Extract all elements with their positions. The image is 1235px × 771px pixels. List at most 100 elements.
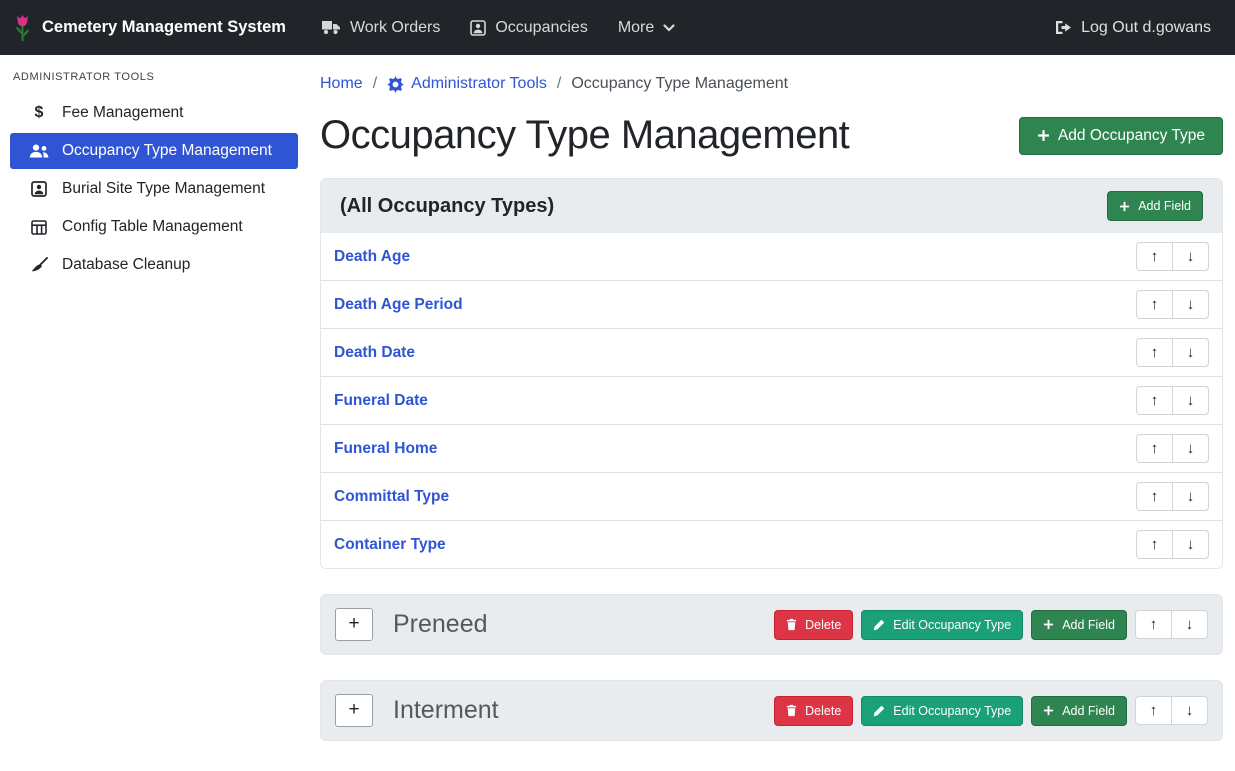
breadcrumb: Home / Administrator Tools / Occupancy T… (320, 71, 1223, 93)
expand-button[interactable]: + (335, 694, 373, 727)
sidebar-item-fee-management[interactable]: $ Fee Management (10, 95, 298, 131)
nav-item-occupancies[interactable]: Occupancies (455, 11, 603, 45)
top-navbar: Cemetery Management System Work Orders (0, 0, 1235, 55)
move-down-button[interactable]: ↓ (1172, 482, 1209, 511)
reorder-button-group: ↑ ↓ (1136, 434, 1209, 463)
sidebar-item-config-table-management[interactable]: Config Table Management (10, 209, 298, 245)
sidebar-item-database-cleanup[interactable]: Database Cleanup (10, 247, 298, 283)
move-down-button[interactable]: ↓ (1171, 610, 1208, 639)
reorder-button-group: ↑ ↓ (1136, 482, 1209, 511)
edit-occupancy-type-button[interactable]: Edit Occupancy Type (861, 610, 1023, 640)
move-up-button[interactable]: ↑ (1136, 386, 1173, 415)
move-up-button[interactable]: ↑ (1136, 482, 1173, 511)
nav-item-more[interactable]: More (603, 11, 690, 45)
nav-item-label: Occupancies (495, 19, 588, 37)
field-row: Committal Type ↑ ↓ (321, 472, 1222, 520)
dollar-icon: $ (29, 104, 49, 122)
app-brand[interactable]: Cemetery Management System (12, 13, 286, 43)
plus-icon (1037, 129, 1050, 142)
add-field-label: Add Field (1062, 618, 1115, 632)
add-field-button[interactable]: Add Field (1107, 191, 1203, 221)
field-link[interactable]: Container Type (334, 536, 446, 554)
field-link[interactable]: Death Date (334, 344, 415, 362)
field-link[interactable]: Committal Type (334, 488, 449, 506)
nav-item-work-orders[interactable]: Work Orders (306, 11, 455, 45)
delete-label: Delete (805, 618, 841, 632)
move-down-button[interactable]: ↓ (1172, 338, 1209, 367)
move-up-button[interactable]: ↑ (1136, 434, 1173, 463)
field-link[interactable]: Death Age (334, 248, 410, 266)
move-up-button[interactable]: ↑ (1135, 696, 1172, 725)
sidebar-item-label: Burial Site Type Management (62, 180, 265, 198)
add-field-button[interactable]: Add Field (1031, 610, 1127, 640)
chevron-down-icon (663, 24, 675, 32)
move-down-button[interactable]: ↓ (1172, 242, 1209, 271)
move-down-button[interactable]: ↓ (1172, 386, 1209, 415)
pencil-icon (873, 705, 885, 717)
sidebar-item-label: Config Table Management (62, 218, 243, 236)
move-up-button[interactable]: ↑ (1136, 338, 1173, 367)
field-row: Funeral Home ↑ ↓ (321, 424, 1222, 472)
card-title: (All Occupancy Types) (340, 195, 554, 218)
field-link[interactable]: Funeral Home (334, 440, 437, 458)
all-occupancy-types-card: (All Occupancy Types) Add Field Death Ag… (320, 178, 1223, 569)
move-up-button[interactable]: ↑ (1136, 290, 1173, 319)
move-up-button[interactable]: ↑ (1135, 610, 1172, 639)
add-field-label: Add Field (1138, 199, 1191, 213)
delete-button[interactable]: Delete (774, 610, 853, 640)
edit-occupancy-type-label: Edit Occupancy Type (893, 618, 1011, 632)
trash-icon (786, 618, 797, 631)
add-occupancy-type-button[interactable]: Add Occupancy Type (1019, 117, 1223, 155)
reorder-button-group: ↑ ↓ (1136, 242, 1209, 271)
field-row: Death Age Period ↑ ↓ (321, 280, 1222, 328)
delete-label: Delete (805, 704, 841, 718)
move-down-button[interactable]: ↓ (1172, 290, 1209, 319)
plus-icon (1119, 201, 1130, 212)
sidebar-item-label: Database Cleanup (62, 256, 190, 274)
section-preneed: + Preneed Delete Edit Occup (320, 594, 1223, 655)
breadcrumb-current-page: Occupancy Type Management (571, 75, 788, 93)
move-up-button[interactable]: ↑ (1136, 242, 1173, 271)
move-down-button[interactable]: ↓ (1171, 696, 1208, 725)
add-field-label: Add Field (1062, 704, 1115, 718)
reorder-button-group: ↑ ↓ (1136, 386, 1209, 415)
delete-button[interactable]: Delete (774, 696, 853, 726)
nav-item-label: More (618, 19, 654, 37)
page-title: Occupancy Type Management (320, 113, 849, 158)
field-link[interactable]: Funeral Date (334, 392, 428, 410)
broom-icon (29, 257, 49, 273)
sidebar-item-burial-site-type-management[interactable]: Burial Site Type Management (10, 171, 298, 207)
sidebar-heading: Administrator Tools (0, 63, 308, 93)
section-title: Interment (393, 696, 499, 725)
reorder-button-group: ↑ ↓ (1135, 610, 1208, 639)
field-row: Death Age ↑ ↓ (321, 233, 1222, 280)
gear-icon (387, 76, 404, 93)
reorder-button-group: ↑ ↓ (1136, 530, 1209, 559)
breadcrumb-separator: / (557, 75, 561, 93)
edit-occupancy-type-button[interactable]: Edit Occupancy Type (861, 696, 1023, 726)
field-link[interactable]: Death Age Period (334, 296, 463, 314)
plus-icon (1043, 705, 1054, 716)
breadcrumb-separator: / (373, 75, 377, 93)
tulip-logo-icon (12, 13, 33, 43)
breadcrumb-home[interactable]: Home (320, 75, 363, 93)
sidebar-item-occupancy-type-management[interactable]: Occupancy Type Management (10, 133, 298, 169)
portrait-icon (29, 181, 49, 197)
sidebar: Administrator Tools $ Fee Management Occ… (0, 55, 308, 771)
move-down-button[interactable]: ↓ (1172, 434, 1209, 463)
expand-button[interactable]: + (335, 608, 373, 641)
occupant-portrait-icon (470, 20, 486, 36)
all-occupancy-types-header: (All Occupancy Types) Add Field (321, 179, 1222, 233)
move-up-button[interactable]: ↑ (1136, 530, 1173, 559)
reorder-button-group: ↑ ↓ (1136, 338, 1209, 367)
users-icon (29, 144, 49, 158)
breadcrumb-administrator-tools[interactable]: Administrator Tools (387, 75, 547, 93)
field-row: Container Type ↑ ↓ (321, 520, 1222, 568)
add-field-button[interactable]: Add Field (1031, 696, 1127, 726)
logout-button[interactable]: Log Out d.gowans (1055, 19, 1211, 37)
section-title: Preneed (393, 610, 488, 639)
pencil-icon (873, 619, 885, 631)
plus-icon (1043, 619, 1054, 630)
main-content: Home / Administrator Tools / Occupancy T… (308, 55, 1235, 771)
move-down-button[interactable]: ↓ (1172, 530, 1209, 559)
